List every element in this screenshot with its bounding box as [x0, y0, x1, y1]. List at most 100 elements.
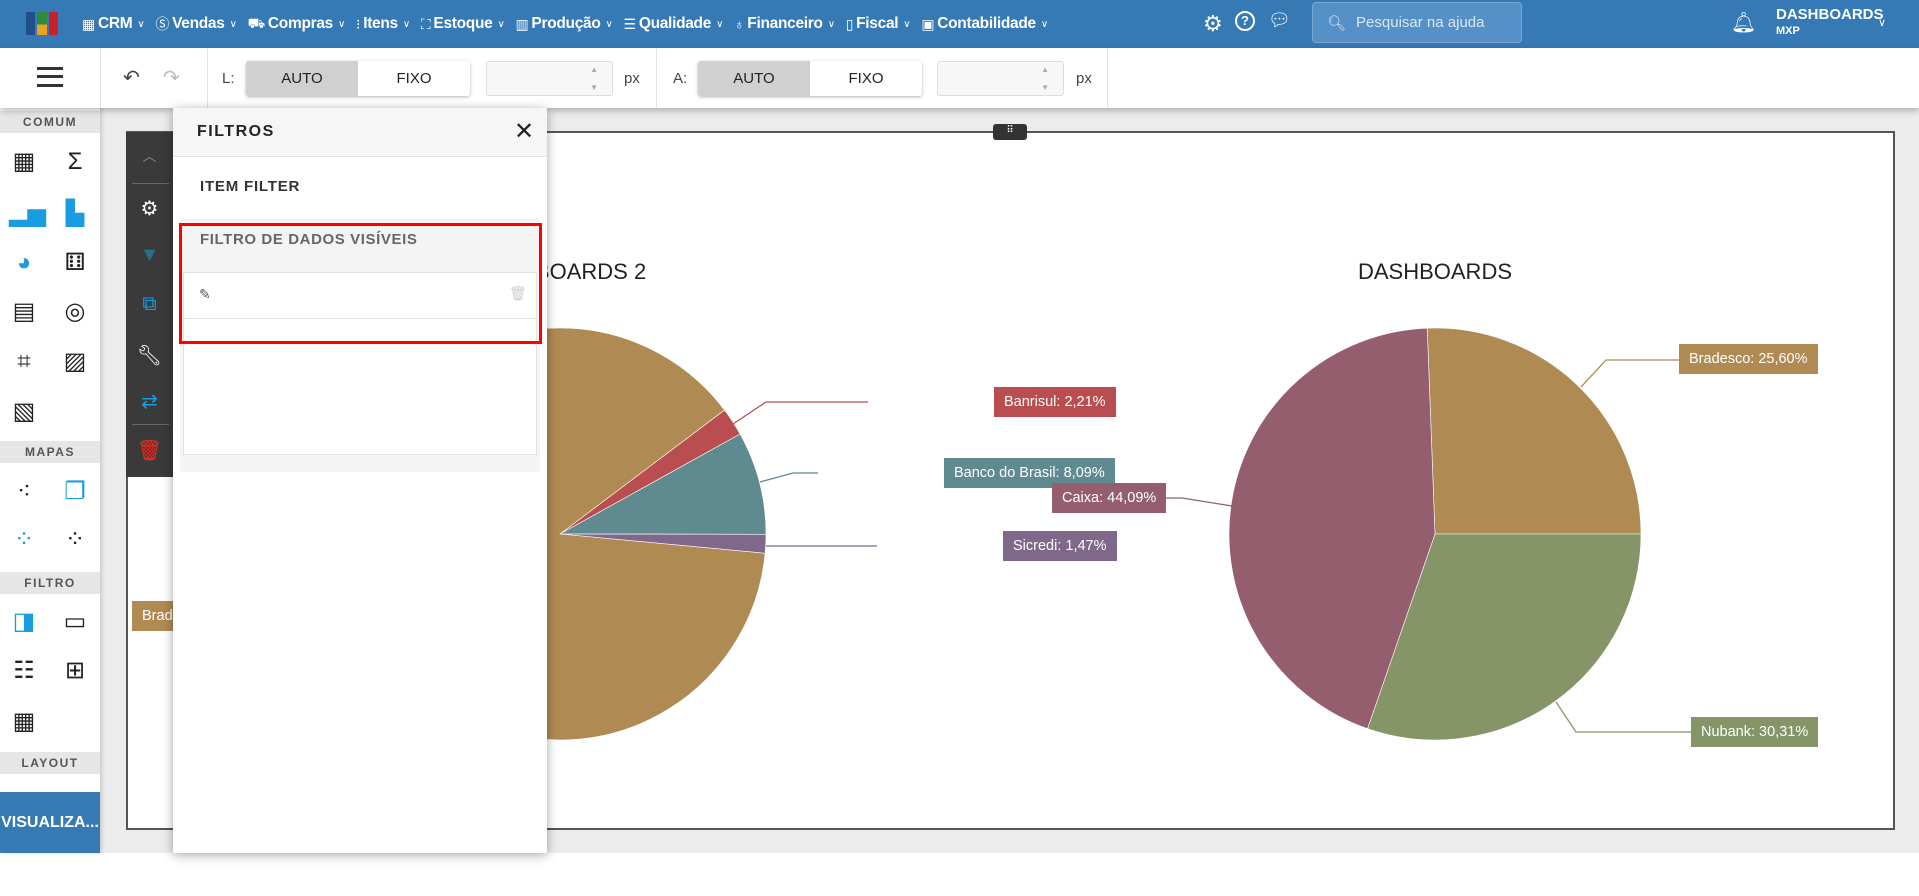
- settings-icon[interactable]: ⚙: [1203, 11, 1223, 37]
- chevron-down-icon: ∨: [903, 18, 911, 30]
- item-filter-heading[interactable]: ITEM FILTER: [200, 178, 300, 195]
- height-input[interactable]: ▲ ▼: [937, 61, 1064, 96]
- nav-label: Compras: [267, 15, 333, 32]
- width-mode-toggle: AUTO FIXO: [246, 61, 470, 96]
- pie-chart-icon[interactable]: ◕: [9, 248, 39, 278]
- bubble-map-icon[interactable]: ⁘: [9, 525, 39, 555]
- notifications-bell-icon[interactable]: 🔔︎: [1731, 10, 1756, 35]
- checklist-icon: ☰: [623, 15, 637, 32]
- nav-itens[interactable]: ⁝ Itens ∨: [356, 15, 410, 33]
- filters-panel: FILTROS ✕ ITEM FILTER FILTRO DE DADOS VI…: [173, 108, 547, 853]
- data-label: Bradesco: 25,60%: [1679, 344, 1818, 374]
- combo-box-icon[interactable]: ▭: [60, 607, 90, 637]
- cart-icon: ⛟: [247, 14, 266, 31]
- width-fixed-button[interactable]: FIXO: [358, 61, 470, 96]
- gauge-icon[interactable]: ◎: [60, 297, 90, 327]
- filter-icon[interactable]: ▼: [126, 244, 173, 267]
- chevron-down-icon: ∨: [497, 18, 505, 30]
- dollar-icon: Ⓢ: [155, 16, 170, 32]
- scatter-icon[interactable]: ⚅: [60, 248, 90, 278]
- width-input[interactable]: ▲ ▼: [486, 61, 613, 96]
- highlight-box: [179, 223, 542, 344]
- range-filter-icon[interactable]: ◨: [9, 607, 39, 637]
- data-label: Nubank: 30,31%: [1691, 717, 1819, 747]
- treemap-icon[interactable]: ▙: [60, 199, 90, 229]
- bar-chart-icon[interactable]: ▂▅: [9, 199, 46, 229]
- geo-point-map-icon[interactable]: ⁖: [9, 477, 39, 507]
- height-label: A:: [673, 70, 688, 87]
- chat-icon[interactable]: 💬︎: [1268, 10, 1291, 31]
- widget-sidebar: COMUM ▦ Σ ▂▅ ▙ ◕ ⚅ ▤ ◎ ⌗ ▨ ▧ MAPAS ⁖ ❐ ⁘…: [0, 108, 100, 853]
- text-box-icon[interactable]: ⌗: [9, 347, 39, 377]
- nav-label: Estoque: [433, 15, 493, 32]
- grid-icon[interactable]: ▦: [9, 147, 39, 177]
- width-auto-button[interactable]: AUTO: [246, 61, 358, 96]
- money-bag-icon: ♁: [734, 16, 745, 32]
- image-icon[interactable]: ▨: [60, 347, 90, 377]
- section-layout: LAYOUT: [0, 752, 100, 774]
- label-connector: [732, 401, 868, 425]
- height-mode-toggle: AUTO FIXO: [698, 61, 922, 96]
- height-auto-button[interactable]: AUTO: [698, 61, 810, 96]
- data-label: Caixa: 44,09%: [1052, 483, 1167, 513]
- nav-fiscal[interactable]: ▯ Fiscal ∨: [846, 15, 911, 33]
- date-filter-icon[interactable]: ▦: [9, 707, 39, 737]
- chevron-down-icon: ∨: [1040, 18, 1048, 30]
- filters-panel-header: FILTROS ✕: [173, 108, 547, 157]
- chevron-down-icon: ∨: [229, 18, 237, 30]
- nav-produção[interactable]: ▥ Produção ∨: [515, 15, 612, 33]
- help-icon[interactable]: ?: [1235, 11, 1255, 31]
- hamburger-menu-icon[interactable]: [37, 67, 63, 87]
- undo-icon[interactable]: ↶: [123, 65, 140, 90]
- factory-icon: ▥: [515, 15, 529, 32]
- pie-slice-bradesco[interactable]: [1426, 327, 1642, 535]
- chevron-down-icon: ∨: [716, 18, 724, 30]
- list-box-icon[interactable]: ☷: [9, 656, 39, 686]
- choropleth-map-icon[interactable]: ❐: [60, 477, 90, 507]
- chevron-down-icon[interactable]: ∨: [1878, 16, 1886, 29]
- height-unit: px: [1076, 70, 1092, 87]
- nav-contabilidade[interactable]: ▣ Contabilidade ∨: [921, 15, 1048, 33]
- help-search-input[interactable]: 🔍︎ Pesquisar na ajuda: [1312, 2, 1522, 43]
- chevron-up-icon[interactable]: ︿: [126, 146, 173, 166]
- visualize-button[interactable]: VISUALIZA...: [0, 792, 100, 853]
- trash-icon[interactable]: 🗑︎: [126, 438, 173, 463]
- user-menu[interactable]: DASHBOARDS MXP: [1776, 7, 1884, 39]
- card-icon[interactable]: ▤: [9, 297, 39, 327]
- sigma-icon[interactable]: Σ: [60, 147, 90, 177]
- label-connector: [1555, 701, 1691, 733]
- items-icon: ⁝: [356, 15, 361, 32]
- label-connector: [1165, 497, 1233, 507]
- gear-icon[interactable]: ⚙: [126, 196, 173, 221]
- convert-icon[interactable]: ⧉: [126, 293, 173, 316]
- nav-compras[interactable]: ⛟ Compras ∨: [247, 14, 346, 34]
- bound-image-icon[interactable]: ▧: [9, 397, 39, 427]
- nav-estoque[interactable]: ⛶ Estoque ∨: [421, 15, 505, 33]
- nav-financeiro[interactable]: ♁ Financeiro ∨: [734, 15, 835, 33]
- chevron-down-icon: ∨: [338, 18, 346, 30]
- nav-vendas[interactable]: Ⓢ Vendas ∨: [155, 14, 237, 34]
- width-unit: px: [624, 70, 640, 87]
- top-navigation-bar: ▦ CRM ∨ Ⓢ Vendas ∨ ⛟ Compras ∨ ⁝ Itens ∨ ⛶ Estoque ∨ ▥ P…: [0, 0, 1919, 48]
- nav-label: Vendas: [172, 15, 225, 32]
- wrench-icon[interactable]: 🔧︎: [126, 343, 173, 368]
- nav-label: Fiscal: [856, 15, 899, 32]
- nav-qualidade[interactable]: ☰ Qualidade ∨: [624, 15, 724, 33]
- pie-map-icon[interactable]: ⁘: [60, 525, 90, 555]
- data-label: Banrisul: 2,21%: [994, 387, 1116, 417]
- height-fixed-button[interactable]: FIXO: [810, 61, 922, 96]
- crm-icon: ▦: [82, 15, 95, 32]
- redo-icon[interactable]: ↷: [163, 65, 180, 90]
- search-placeholder: Pesquisar na ajuda: [1356, 14, 1485, 31]
- filters-panel-title: FILTROS: [197, 123, 275, 140]
- close-icon[interactable]: ✕: [514, 117, 534, 146]
- main-menu: ▦ CRM ∨ Ⓢ Vendas ∨ ⛟ Compras ∨ ⁝ Itens ∨ ⛶ Estoque ∨ ▥ P…: [82, 0, 1048, 48]
- app-logo[interactable]: [26, 12, 58, 35]
- label-connector: [1580, 359, 1679, 388]
- user-menu-subtitle: MXP: [1776, 25, 1800, 37]
- nav-crm[interactable]: ▦ CRM ∨: [82, 15, 145, 33]
- swap-arrows-icon[interactable]: ⇄: [126, 389, 173, 414]
- chevron-down-icon: ∨: [137, 18, 145, 30]
- nav-label: Itens: [363, 15, 398, 32]
- tree-view-icon[interactable]: ⊞: [60, 656, 90, 686]
